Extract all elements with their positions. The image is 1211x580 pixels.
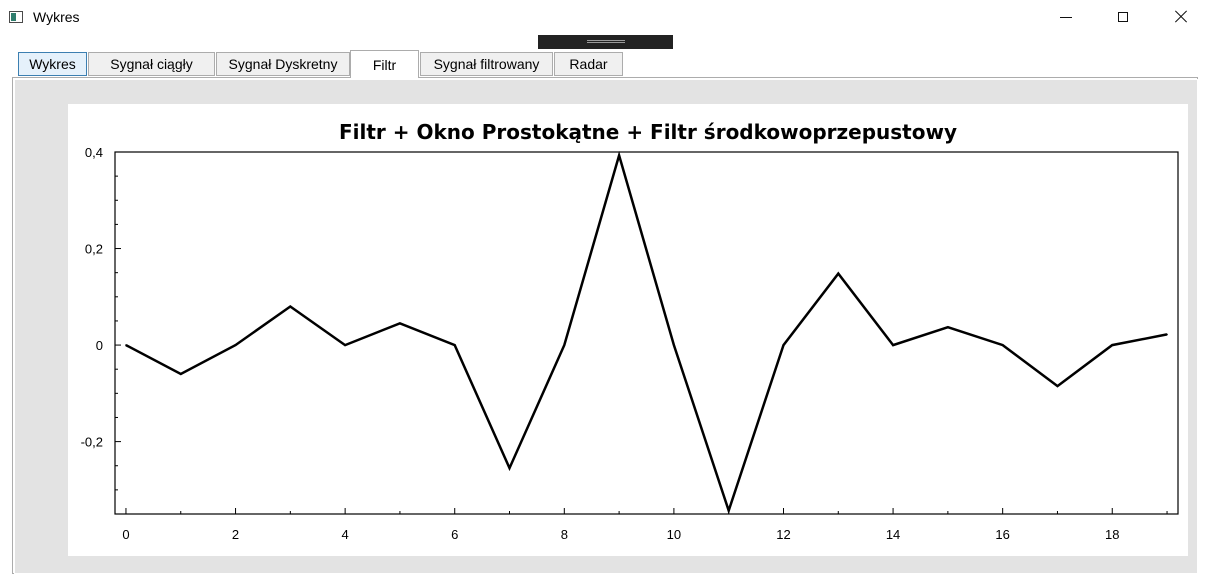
title-bar[interactable]: Wykres	[0, 0, 1211, 34]
data-point	[892, 344, 894, 346]
x-tick-label: 2	[232, 527, 239, 542]
data-point	[234, 344, 237, 346]
tab-sygnal-filtrowany[interactable]: Sygnał filtrowany	[420, 52, 553, 76]
data-point	[782, 344, 785, 346]
app-window-icon	[9, 11, 23, 23]
minimize-icon	[1060, 16, 1072, 18]
data-point	[1056, 385, 1059, 387]
drag-handle[interactable]	[538, 35, 673, 49]
tab-radar[interactable]: Radar	[554, 52, 623, 76]
chart-svg: Filtr + Okno Prostokątne + Filtr środkow…	[81, 120, 1179, 542]
tab-filtr[interactable]: Filtr	[350, 50, 419, 78]
x-tick-label: 4	[342, 527, 349, 542]
x-tick-label: 0	[122, 527, 129, 542]
chart-area: Filtr + Okno Prostokątne + Filtr środkow…	[68, 104, 1188, 556]
minimize-button[interactable]	[1038, 0, 1094, 34]
data-point	[125, 344, 127, 346]
data-point	[837, 272, 840, 275]
data-point	[947, 326, 949, 329]
maximize-button[interactable]	[1095, 0, 1151, 34]
tab-sygnal-ciagly[interactable]: Sygnał ciągły	[88, 52, 215, 76]
x-tick-label: 8	[561, 527, 568, 542]
y-tick-label: 0	[96, 338, 103, 353]
data-point	[289, 305, 292, 308]
chart-title: Filtr + Okno Prostokątne + Filtr środkow…	[339, 120, 957, 144]
window-title: Wykres	[33, 9, 80, 25]
data-point	[618, 154, 620, 157]
data-point	[179, 373, 182, 375]
y-tick-label: 0,4	[85, 145, 103, 160]
x-tick-label: 14	[886, 527, 900, 542]
maximize-icon	[1118, 12, 1128, 22]
data-point	[1111, 344, 1114, 346]
close-button[interactable]	[1153, 0, 1209, 34]
data-point	[399, 322, 401, 325]
data-point	[1166, 333, 1168, 336]
x-tick-label: 6	[451, 527, 458, 542]
tab-sygnal-dyskretny[interactable]: Sygnał Dyskretny	[216, 52, 350, 76]
close-icon	[1174, 10, 1188, 24]
x-tick-label: 16	[995, 527, 1009, 542]
y-tick-label: -0,2	[81, 435, 103, 450]
plot-frame	[114, 151, 1179, 515]
data-point	[673, 344, 675, 346]
x-tick-label: 12	[776, 527, 790, 542]
x-tick-label: 18	[1105, 527, 1119, 542]
data-point	[508, 467, 511, 469]
y-tick-label: 0,2	[85, 242, 103, 257]
data-point	[727, 509, 730, 512]
data-point	[1001, 344, 1004, 346]
tab-wykres[interactable]: Wykres	[18, 52, 87, 76]
x-tick-label: 10	[667, 527, 681, 542]
data-point	[453, 344, 456, 346]
data-point	[344, 344, 346, 346]
series-line	[125, 150, 1168, 515]
data-point	[563, 344, 566, 346]
